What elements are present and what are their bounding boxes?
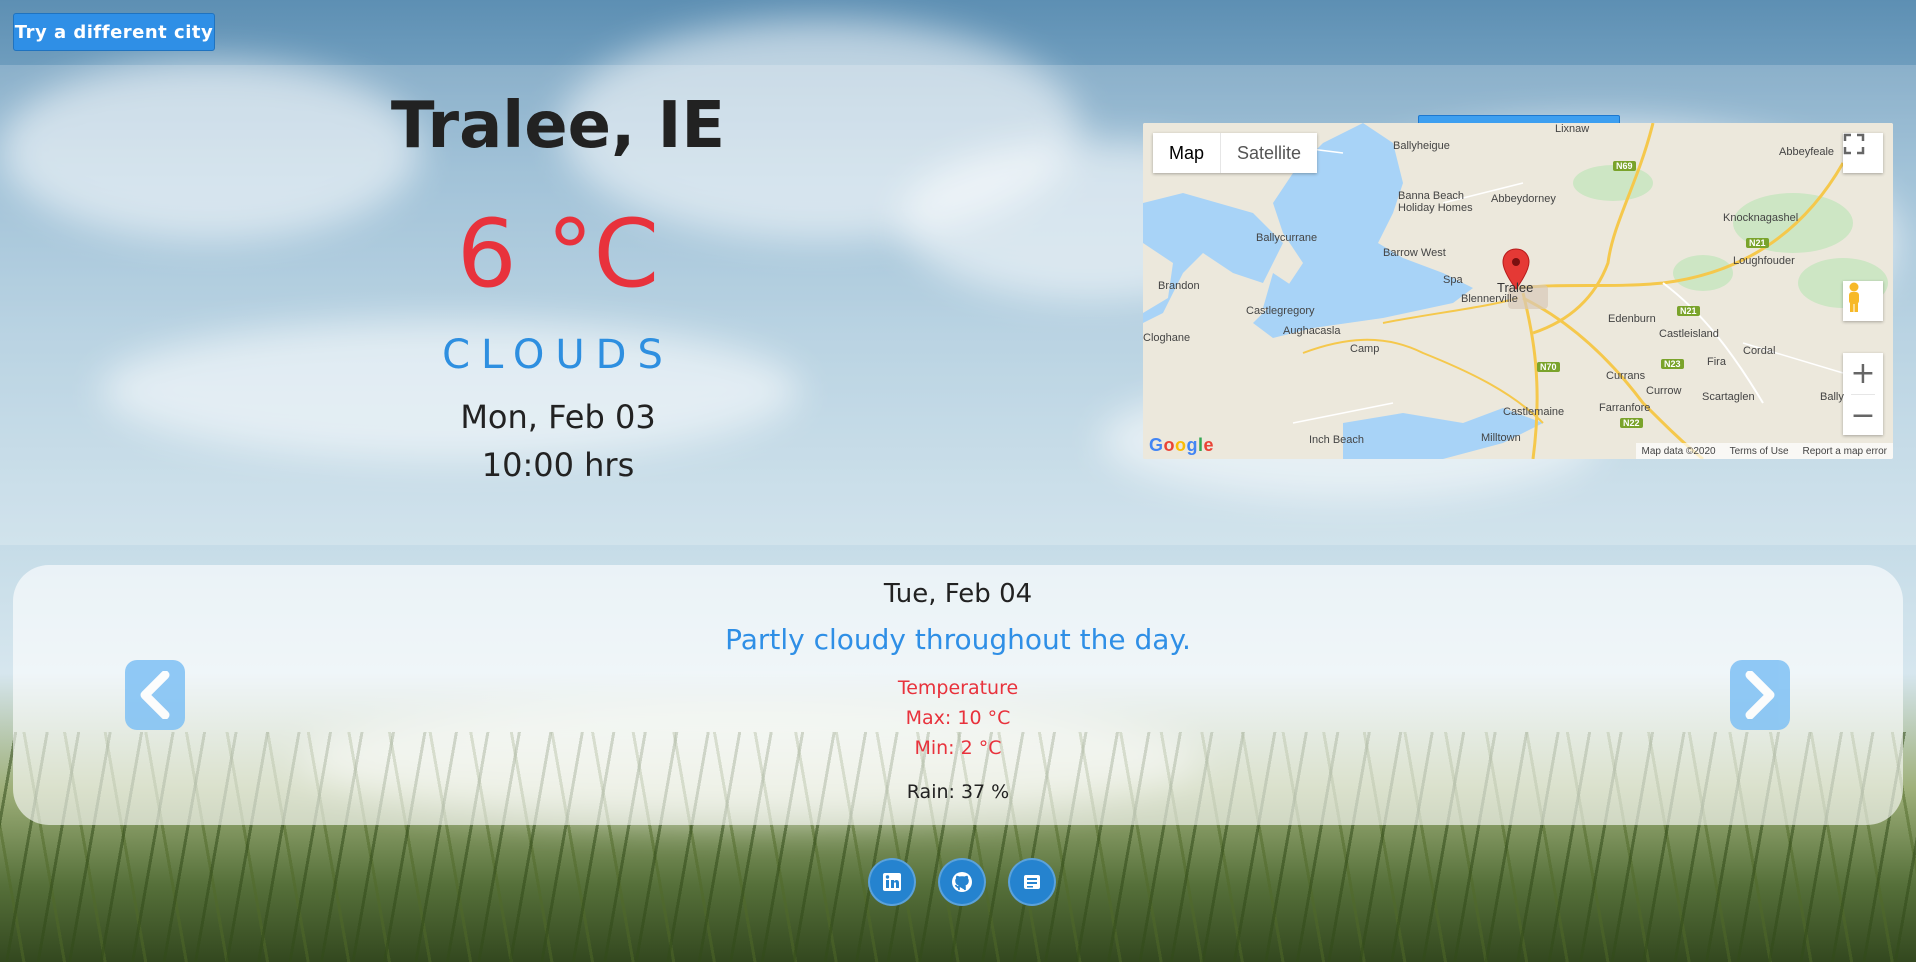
- road-sign-n21-east: N21: [1677, 306, 1700, 316]
- map-label-edenburn: Edenburn: [1608, 313, 1656, 325]
- current-date: Mon, Feb 03: [460, 398, 656, 436]
- next-day-button[interactable]: [1730, 660, 1790, 730]
- map-label-banna-beach: Banna Beach Holiday Homes: [1398, 190, 1473, 214]
- map-type-map-button[interactable]: Map: [1153, 133, 1220, 173]
- map-data-credit: Map data ©2020: [1641, 445, 1716, 457]
- map-label-ballycurrane: Ballycurrane: [1256, 232, 1318, 244]
- terms-of-use-link[interactable]: Terms of Use: [1730, 446, 1789, 457]
- map-label-camp: Camp: [1350, 343, 1380, 355]
- social-links: [868, 858, 1056, 906]
- github-icon: [952, 872, 972, 892]
- chevron-left-icon: [140, 671, 170, 719]
- forecast-card: Tue, Feb 04 Partly cloudy throughout the…: [13, 565, 1903, 825]
- map-label-knocknagashel: Knocknagashel: [1723, 212, 1799, 224]
- map-label-ballyheigue: Ballyheigue: [1393, 140, 1450, 152]
- map-label-cordal: Cordal: [1743, 345, 1776, 357]
- forecast-temperature-label: Temperature: [897, 677, 1019, 699]
- linkedin-icon: [883, 873, 901, 891]
- map-label-bally: Bally: [1820, 391, 1844, 403]
- road-sign-n23: N23: [1661, 359, 1684, 369]
- map-label-scartaglen: Scartaglen: [1702, 391, 1755, 403]
- road-sign-n21: N21: [1746, 238, 1769, 248]
- road-sign-n69: N69: [1613, 161, 1636, 171]
- road-sign-n22: N22: [1620, 418, 1643, 428]
- email-link[interactable]: [1008, 858, 1056, 906]
- github-link[interactable]: [938, 858, 986, 906]
- map-label-abbeyfeale: Abbeyfeale: [1779, 146, 1835, 158]
- map-label-farranfore: Farranfore: [1599, 402, 1651, 414]
- zoom-out-button[interactable]: −: [1843, 395, 1883, 436]
- forecast-summary: Partly cloudy throughout the day.: [725, 623, 1191, 656]
- try-different-city-button[interactable]: Try a different city: [13, 13, 215, 51]
- linkedin-link[interactable]: [868, 858, 916, 906]
- forecast-max-temp: Max: 10 °C: [905, 707, 1011, 729]
- current-temperature: 6 °C: [456, 200, 660, 309]
- zoom-control: + −: [1843, 353, 1883, 435]
- forecast-rain: Rain: 37 %: [906, 781, 1010, 803]
- weather-condition: CLOUDS: [442, 332, 674, 378]
- road-sign-n70: N70: [1537, 362, 1560, 372]
- map-label-abbeydorney: Abbeydorney: [1491, 193, 1556, 205]
- map-label-castlemaine: Castlemaine: [1503, 406, 1565, 418]
- map-type-control: Map Satellite: [1153, 133, 1318, 173]
- map-label-brandon: Brandon: [1158, 280, 1200, 292]
- map-label-barrow-west: Barrow West: [1383, 247, 1446, 259]
- city-name: Tralee, IE: [390, 89, 726, 163]
- map-label-currow: Currow: [1646, 385, 1682, 397]
- map-label-castlegregory: Castlegregory: [1246, 305, 1315, 317]
- map-label-blennerville: Blennerville: [1461, 293, 1518, 305]
- map-label-milltown: Milltown: [1481, 432, 1521, 444]
- map-widget[interactable]: Map Satellite + − Lixnaw Ballyheigue Abb…: [1143, 123, 1893, 459]
- map-label-loughfouder: Loughfouder: [1733, 255, 1795, 267]
- map-label-lixnaw: Lixnaw: [1555, 123, 1590, 135]
- street-view-pegman-icon[interactable]: [1843, 281, 1883, 321]
- map-label-inch-beach: Inch Beach: [1309, 434, 1365, 446]
- fullscreen-icon[interactable]: [1843, 133, 1883, 173]
- map-label-currans: Currans: [1606, 370, 1646, 382]
- previous-day-button[interactable]: [125, 660, 185, 730]
- google-logo: Google: [1149, 435, 1215, 455]
- forecast-date: Tue, Feb 04: [883, 579, 1033, 609]
- map-label-cloghane: Cloghane: [1143, 332, 1191, 344]
- forecast-min-temp: Min: 2 °C: [914, 737, 1002, 759]
- map-label-aughacasla: Aughacasla: [1283, 325, 1341, 337]
- map-label-castleisland: Castleisland: [1659, 328, 1719, 340]
- map-footer: Map data ©2020 Terms of Use Report a map…: [1635, 443, 1893, 459]
- map-label-fira: Fira: [1707, 356, 1726, 368]
- map-type-satellite-button[interactable]: Satellite: [1220, 133, 1317, 173]
- chevron-right-icon: [1745, 671, 1775, 719]
- current-time: 10:00 hrs: [481, 446, 635, 484]
- report-map-error-link[interactable]: Report a map error: [1803, 446, 1887, 457]
- zoom-in-button[interactable]: +: [1843, 353, 1883, 394]
- email-icon: [1024, 875, 1040, 889]
- map-label-spa: Spa: [1443, 274, 1463, 286]
